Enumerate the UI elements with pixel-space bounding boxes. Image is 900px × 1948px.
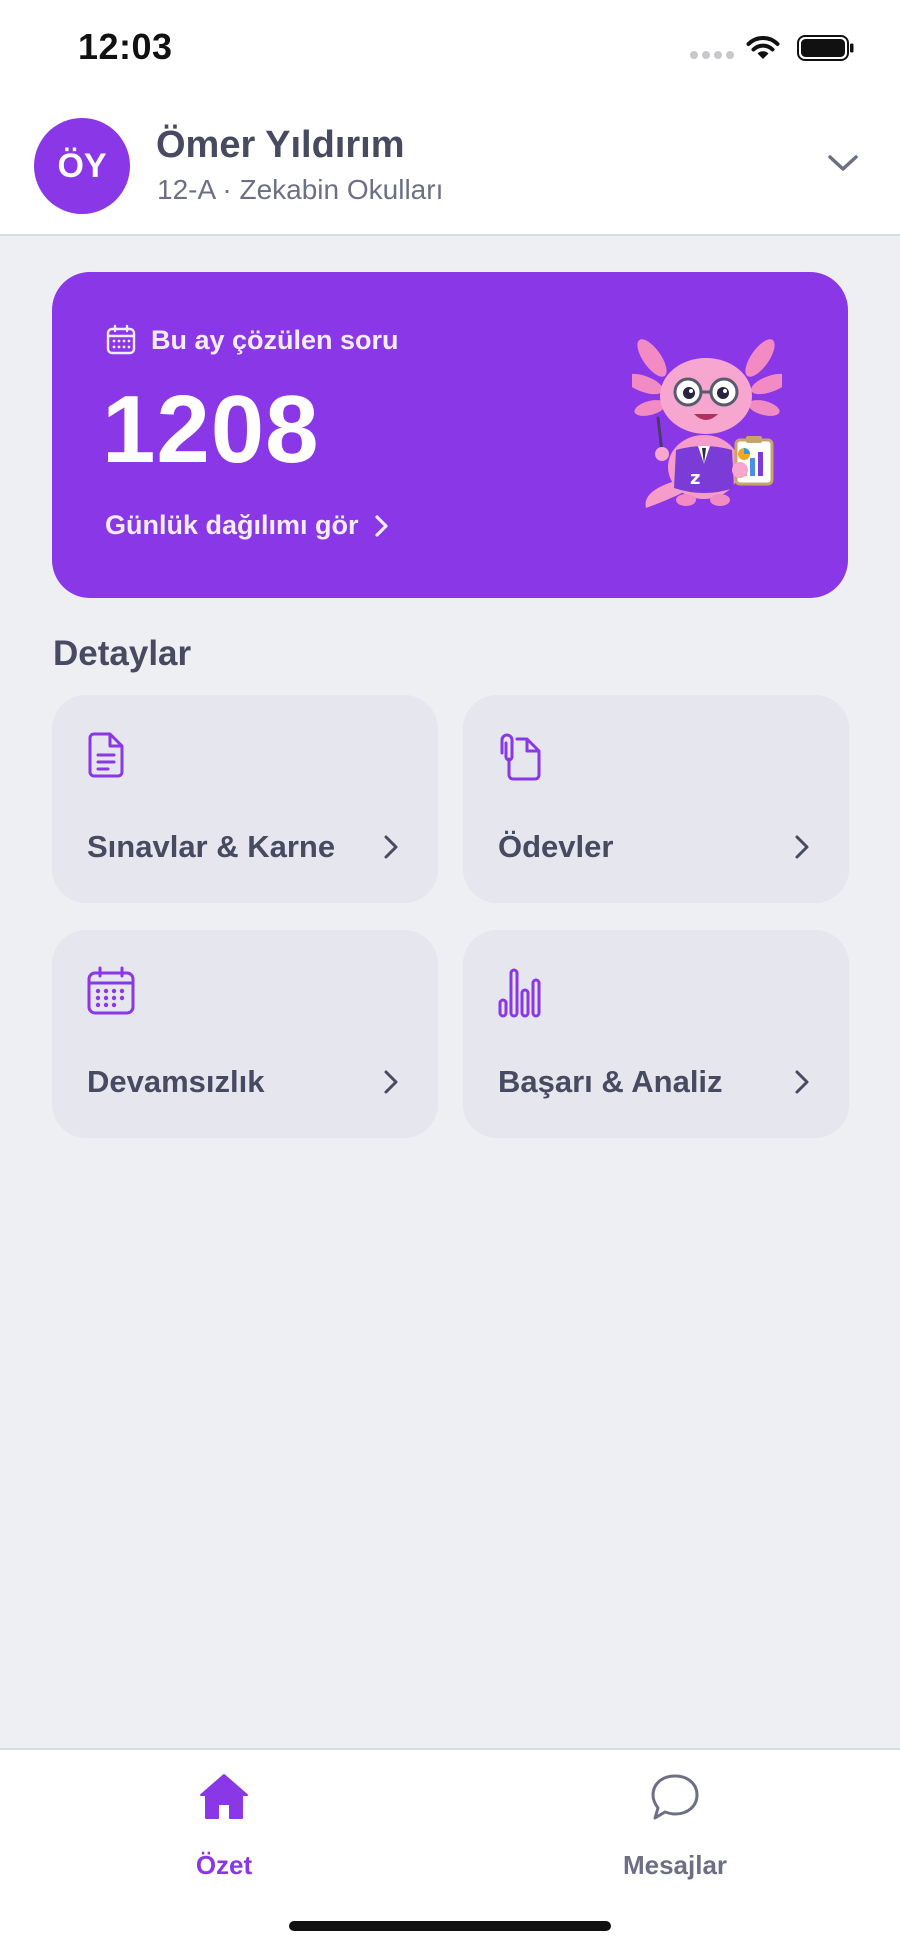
student-name: Ömer Yıldırım — [156, 124, 405, 166]
chevron-right-icon — [384, 835, 398, 859]
calendar-icon — [87, 966, 135, 1015]
status-time: 12:03 — [78, 26, 173, 67]
tab-summary-label: Özet — [195, 1850, 253, 1880]
calendar-icon — [106, 324, 136, 355]
tile-label: Sınavlar & Karne — [87, 829, 336, 864]
screen: 12:03 ÖY Ömer Yıldırım 12-A · Zekabin Ok… — [0, 0, 900, 1948]
chevron-right-icon — [384, 1070, 398, 1094]
chevron-right-icon — [795, 1070, 809, 1094]
home-indicator — [289, 1921, 611, 1931]
document-icon — [88, 732, 124, 778]
student-header[interactable]: ÖY Ömer Yıldırım 12-A · Zekabin Okulları — [0, 100, 900, 236]
home-icon — [200, 1774, 248, 1819]
tile-label: Başarı & Analiz — [498, 1064, 723, 1099]
status-bar: 12:03 — [0, 0, 900, 100]
tab-bar: Özet Mesajlar — [0, 1748, 900, 1948]
hero-label-row: Bu ay çözülen soru — [105, 324, 399, 356]
battery-icon — [797, 35, 854, 61]
tab-messages[interactable]: Mesajlar — [575, 1772, 775, 1882]
chevron-right-icon — [374, 514, 388, 537]
student-class-school: 12-A · Zekabin Okulları — [157, 174, 444, 205]
avatar: ÖY — [34, 118, 130, 214]
tab-messages-label: Mesajlar — [622, 1850, 728, 1880]
tab-summary[interactable]: Özet — [124, 1772, 324, 1882]
tile-attendance[interactable]: Devamsızlık — [52, 930, 438, 1138]
daily-distribution-link[interactable]: Günlük dağılımı gör — [105, 510, 391, 541]
chevron-down-icon[interactable] — [826, 152, 860, 174]
chat-bubble-icon — [651, 1774, 699, 1820]
hero-label: Bu ay çözülen soru — [151, 324, 399, 355]
chevron-right-icon — [795, 835, 809, 859]
paperclip-document-icon — [500, 733, 541, 781]
svg-text:z: z — [690, 468, 700, 489]
tile-success-analysis[interactable]: Başarı & Analiz — [463, 930, 849, 1138]
mascot-illustration: z — [632, 339, 782, 508]
wifi-icon — [746, 36, 780, 59]
cellular-signal-icon — [690, 51, 734, 59]
hero-link-label: Günlük dağılımı gör — [105, 510, 359, 540]
bar-chart-icon — [498, 968, 541, 1018]
details-section-title: Detaylar — [53, 634, 192, 673]
tile-label: Devamsızlık — [87, 1064, 265, 1099]
tile-exams-report[interactable]: Sınavlar & Karne — [52, 695, 438, 903]
hero-value: 1208 — [102, 376, 320, 483]
tile-homework[interactable]: Ödevler — [463, 695, 849, 903]
tile-label: Ödevler — [498, 829, 614, 864]
monthly-questions-card: Bu ay çözülen soru 1208 Günlük dağılımı … — [52, 272, 848, 598]
